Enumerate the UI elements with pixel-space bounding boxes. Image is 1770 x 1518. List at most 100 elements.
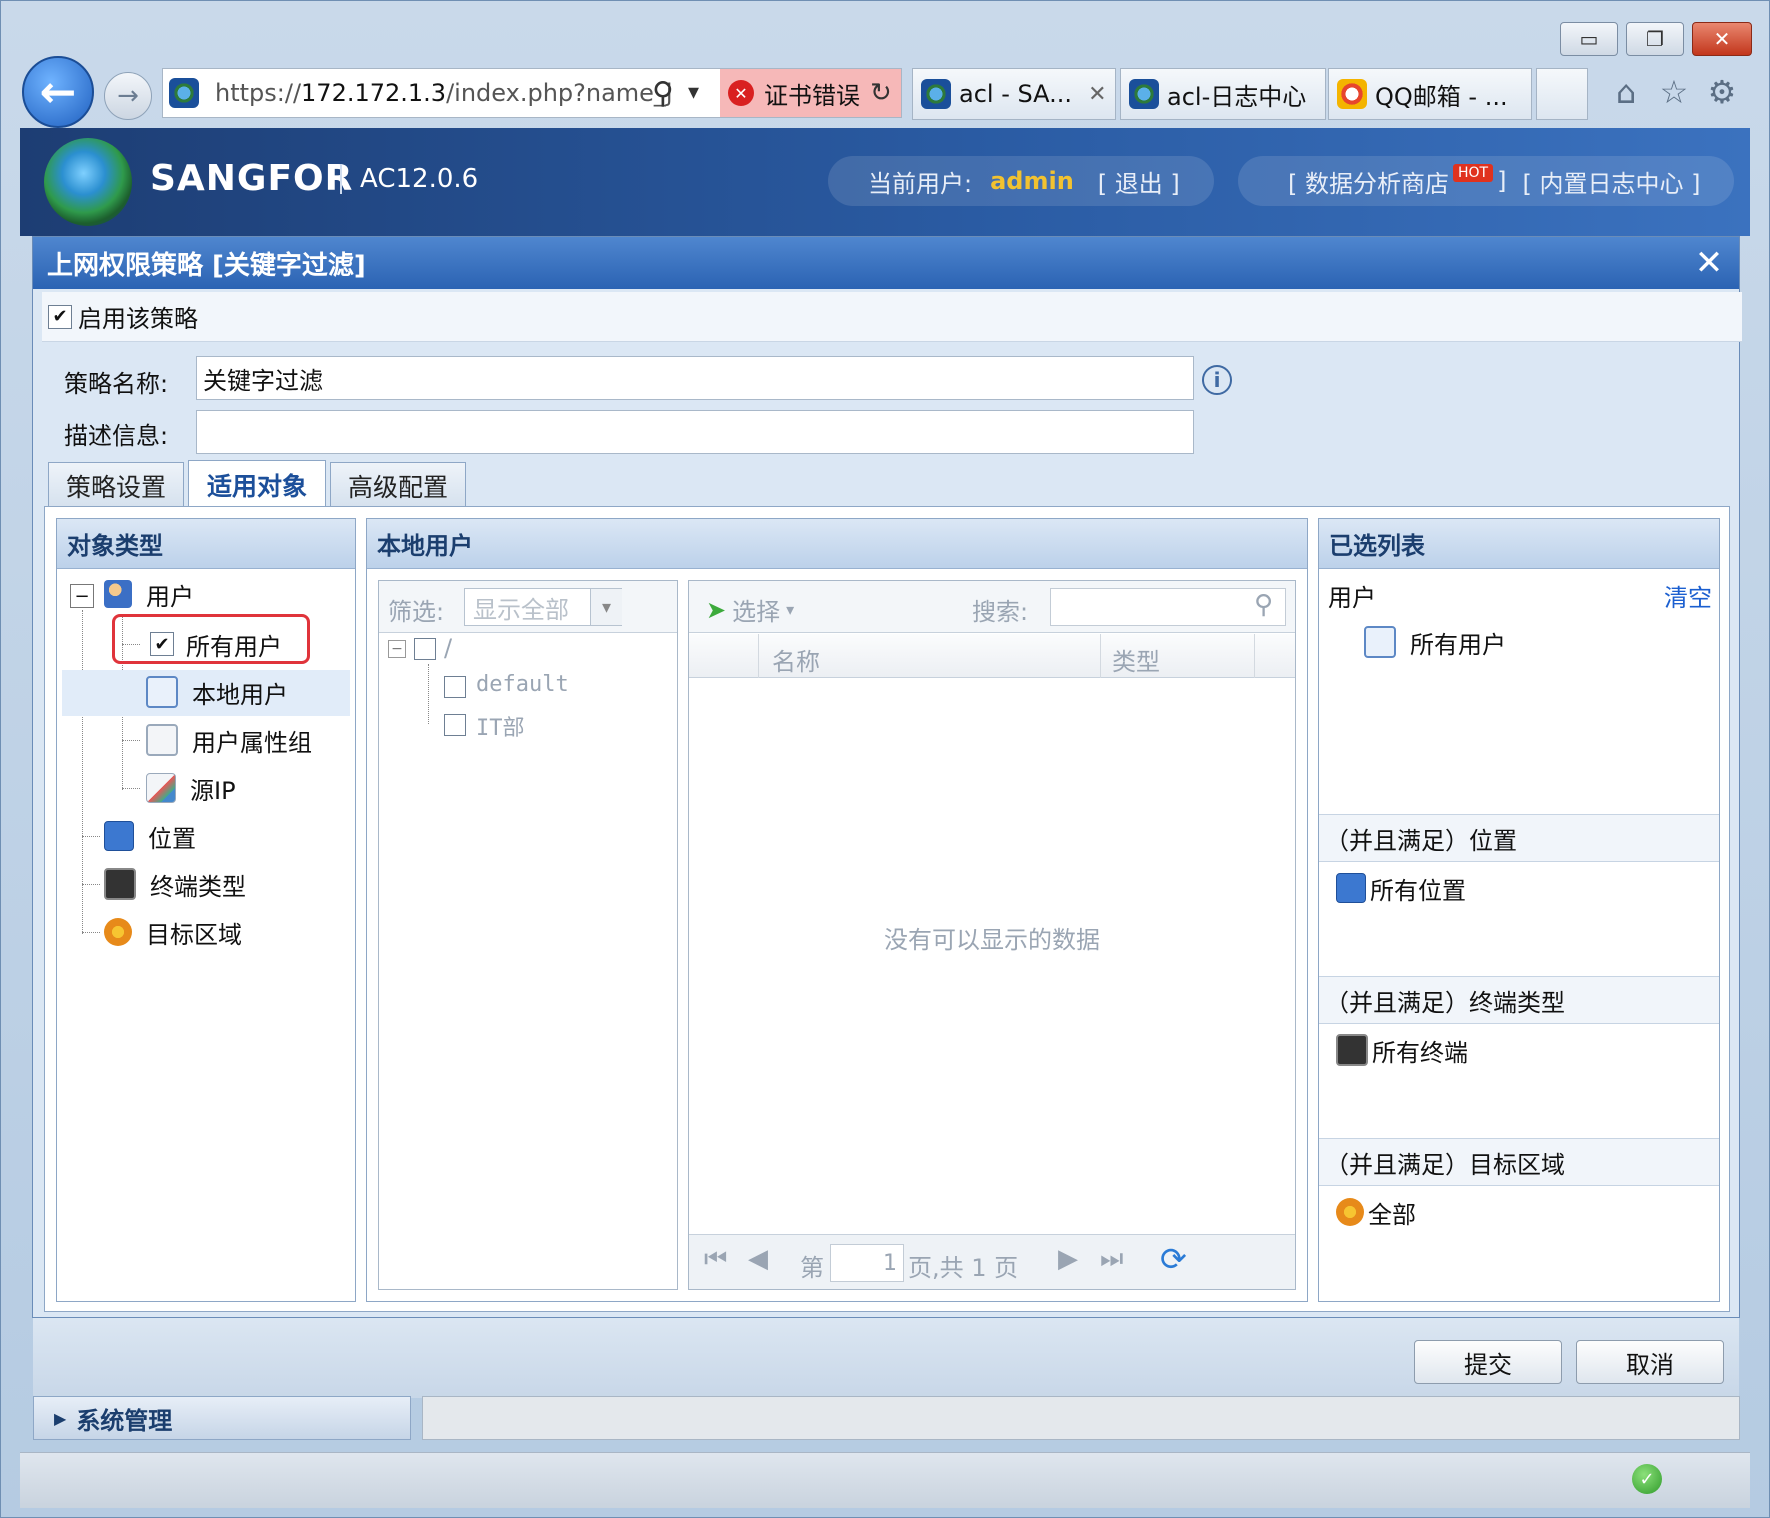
root-group-checkbox[interactable]: [414, 638, 436, 660]
tree-node-user-attribute-group[interactable]: 用户属性组: [146, 720, 312, 760]
back-arrow-icon: ←: [39, 66, 77, 118]
collapse-toggle-icon[interactable]: −: [70, 584, 94, 608]
cert-error-label: 证书错误: [764, 81, 860, 110]
selected-item-label: 所有位置: [1370, 876, 1466, 905]
window-close-button[interactable]: ✕: [1692, 22, 1752, 56]
tree-line: [82, 836, 100, 837]
object-types-header: 对象类型: [57, 519, 355, 569]
tree-node-location[interactable]: 位置: [104, 816, 196, 856]
user-search-input[interactable]: [1050, 588, 1286, 626]
group-default-label[interactable]: default: [476, 672, 569, 697]
close-icon: ✕: [1713, 27, 1731, 51]
clear-link[interactable]: 清空: [1664, 578, 1712, 613]
browser-tab-acl-sangfor[interactable]: acl - SA... ✕: [912, 68, 1116, 120]
terminal-icon: [1336, 1034, 1368, 1066]
info-icon[interactable]: i: [1202, 365, 1232, 395]
group-collapse-icon[interactable]: −: [388, 640, 406, 658]
minimize-button[interactable]: ▭: [1560, 22, 1618, 56]
selected-all-users: 所有用户: [1364, 622, 1506, 662]
system-management-label: 系统管理: [76, 1406, 173, 1435]
group-default-checkbox[interactable]: [444, 676, 466, 698]
next-page-icon[interactable]: ▶: [1058, 1244, 1078, 1274]
user-info: 当前用户: admin [ 退出 ]: [828, 156, 1214, 206]
tab-advanced-config[interactable]: 高级配置: [330, 462, 466, 508]
current-user-label: 当前用户:: [868, 169, 973, 198]
status-bar: [20, 1452, 1750, 1508]
favorites-star-icon[interactable]: ☆: [1654, 72, 1694, 112]
tab-close-icon[interactable]: ✕: [1088, 82, 1106, 107]
target-zone-icon: [1336, 1198, 1364, 1226]
enable-policy-checkbox[interactable]: [48, 304, 72, 329]
first-page-icon[interactable]: ⏮: [704, 1244, 727, 1275]
error-icon: ✕: [728, 80, 754, 106]
browser-tab-qq-mail[interactable]: QQ邮箱 - ...: [1328, 68, 1532, 120]
group-it-checkbox[interactable]: [444, 714, 466, 736]
tab-applicable-objects[interactable]: 适用对象: [188, 460, 326, 508]
column-header-name[interactable]: 名称: [772, 642, 820, 677]
section-target-zone: （并且满足）目标区域: [1319, 1138, 1719, 1186]
tree-node-target-zone[interactable]: 目标区域: [104, 912, 242, 952]
system-management-menu[interactable]: ▶ 系统管理: [33, 1396, 411, 1440]
expand-arrow-icon: ▶: [54, 1408, 67, 1428]
selected-users-label: 用户: [1328, 584, 1376, 612]
address-dropdown-icon[interactable]: ▾: [688, 80, 699, 105]
tree-line: [82, 610, 83, 934]
tree-node-label: 终端类型: [150, 872, 246, 901]
refresh-grid-icon[interactable]: ⟳: [1160, 1240, 1187, 1278]
settings-gear-icon[interactable]: ⚙: [1702, 72, 1742, 112]
selected-all-locations: 所有位置: [1336, 868, 1466, 908]
enable-policy-label: 启用该策略: [78, 305, 198, 333]
prev-page-icon[interactable]: ◀: [748, 1244, 768, 1274]
group-it-label[interactable]: IT部: [476, 710, 525, 742]
sangfor-icon: [921, 79, 951, 109]
logout-link[interactable]: [ 退出 ]: [1098, 164, 1180, 199]
description-input[interactable]: [196, 410, 1194, 454]
tab-policy-settings[interactable]: 策略设置: [48, 462, 184, 508]
new-tab-button[interactable]: [1536, 68, 1588, 120]
forward-button[interactable]: →: [104, 72, 152, 120]
current-user-name: admin: [990, 167, 1074, 195]
select-dropdown-icon: ▾: [786, 600, 795, 619]
back-button[interactable]: ←: [22, 56, 94, 128]
location-icon: [104, 821, 134, 851]
status-ok-icon: ✓: [1632, 1464, 1662, 1494]
last-page-icon[interactable]: ⏭: [1100, 1244, 1123, 1275]
restore-button[interactable]: ❐: [1626, 22, 1684, 56]
filter-dropdown-icon[interactable]: ▾: [590, 589, 622, 625]
refresh-icon[interactable]: ↻: [870, 78, 892, 108]
search-magnifier-icon[interactable]: ⚲: [1254, 590, 1273, 620]
certificate-error-badge[interactable]: ✕ 证书错误 ↻: [720, 69, 901, 117]
data-store-link[interactable]: [ 数据分析商店: [1288, 164, 1449, 199]
local-user-icon: [146, 676, 178, 708]
page-number-input[interactable]: 1: [830, 1244, 904, 1282]
dialog-title: 上网权限策略 [关键字过滤]: [33, 237, 1739, 289]
column-divider: [758, 634, 759, 678]
section-location: （并且满足）位置: [1319, 814, 1719, 862]
tree-node-users[interactable]: 用户: [104, 574, 194, 614]
target-zone-icon: [104, 918, 132, 946]
tree-node-label: 位置: [148, 824, 196, 853]
tree-node-label: 用户属性组: [192, 728, 312, 757]
submit-button[interactable]: 提交: [1414, 1340, 1562, 1384]
policy-name-input[interactable]: 关键字过滤: [196, 356, 1194, 400]
enable-policy-row: 启用该策略: [42, 292, 1742, 342]
search-icon[interactable]: ⚲: [652, 76, 674, 111]
tree-node-terminal-type[interactable]: 终端类型: [104, 864, 246, 904]
tree-line: [122, 740, 140, 741]
data-store-bracket: ]: [1497, 167, 1507, 195]
minimize-icon: ▭: [1579, 27, 1599, 51]
home-icon[interactable]: ⌂: [1606, 72, 1646, 112]
column-header-type[interactable]: 类型: [1112, 642, 1160, 677]
empty-message: 没有可以显示的数据: [884, 926, 1100, 954]
tree-line: [428, 664, 429, 724]
sangfor-icon: [1129, 79, 1159, 109]
tree-node-source-ip[interactable]: 源IP: [146, 768, 236, 808]
selected-all-zones: 全部: [1336, 1192, 1416, 1232]
tree-node-local-users[interactable]: 本地用户: [146, 672, 288, 712]
dialog-close-icon[interactable]: ✕: [1686, 240, 1732, 286]
brand-name: SANGFOR: [150, 158, 354, 199]
select-button[interactable]: ➤ 选择 ▾: [706, 592, 794, 627]
cancel-button[interactable]: 取消: [1576, 1340, 1724, 1384]
browser-tab-log-center[interactable]: acl-日志中心: [1120, 68, 1326, 120]
log-center-link[interactable]: [ 内置日志中心 ]: [1522, 164, 1700, 199]
